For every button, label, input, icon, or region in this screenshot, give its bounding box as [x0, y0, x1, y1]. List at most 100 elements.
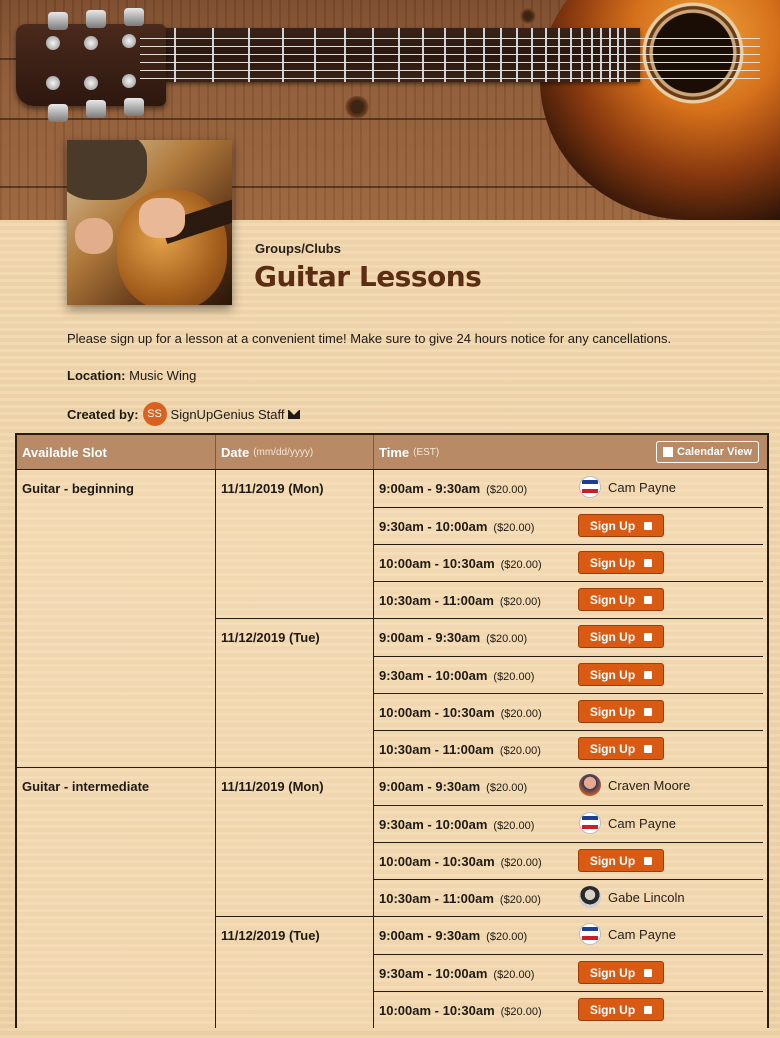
- price-text: ($20.00): [500, 558, 542, 571]
- time-slot-row: 9:00am - 9:30am ($20.00) Cam Payne: [374, 470, 763, 507]
- time-slot-row: 9:30am - 10:00am ($20.00) Sign Up: [374, 507, 763, 544]
- time-slot-row: 9:00am - 9:30am ($20.00) Sign Up: [374, 619, 763, 656]
- sign-up-label: Sign Up: [589, 592, 636, 607]
- date-cell: 11/12/2019 (Tue): [216, 619, 374, 767]
- header-date: Date (mm/dd/yyyy): [216, 435, 374, 469]
- table-header: Available Slot Date (mm/dd/yyyy) Time (EST…: [17, 435, 767, 469]
- sign-up-label: Sign Up: [589, 704, 636, 719]
- mail-icon[interactable]: [288, 409, 301, 419]
- sign-up-button[interactable]: Sign Up: [578, 625, 664, 648]
- sheet-description: Please sign up for a lesson at a conveni…: [67, 331, 672, 346]
- price-text: ($20.00): [493, 670, 535, 683]
- time-text: 10:30am - 11:00am: [379, 592, 494, 608]
- time-slot-row: 10:30am - 11:00am ($20.00) Sign Up: [374, 730, 763, 767]
- calendar-icon: [663, 447, 673, 457]
- guitar-neck-image: [160, 28, 640, 82]
- sign-up-label: Sign Up: [589, 555, 636, 570]
- price-text: ($20.00): [499, 744, 541, 757]
- signed-up-person: Gabe Lincoln: [579, 886, 685, 908]
- sign-up-label: Sign Up: [589, 965, 636, 980]
- slot-group: Guitar - intermediate 11/11/2019 (Mon) 9:0…: [17, 767, 767, 1028]
- time-range: 10:00am - 10:30am ($20.00): [379, 556, 542, 571]
- checkbox-icon: [644, 521, 653, 530]
- time-text: 10:00am - 10:30am: [379, 555, 495, 571]
- sheet-photo: [67, 140, 232, 305]
- slot-name: Guitar - intermediate: [17, 768, 216, 1028]
- time-text: 10:30am - 11:00am: [379, 741, 494, 757]
- time-range: 10:30am - 11:00am ($20.00): [379, 593, 541, 608]
- slot-name: Guitar - beginning: [17, 470, 216, 767]
- creator-name[interactable]: SignUpGenius Staff: [171, 407, 285, 422]
- sign-up-button[interactable]: Sign Up: [578, 588, 664, 611]
- created-by-label: Created by:: [67, 406, 139, 422]
- sign-up-button[interactable]: Sign Up: [578, 849, 664, 872]
- signed-up-person: Cam Payne: [579, 476, 676, 498]
- time-text: 9:00am - 9:30am: [379, 928, 481, 943]
- time-slot-row: 9:30am - 10:00am ($20.00) Sign Up: [374, 656, 763, 693]
- price-text: ($20.00): [486, 633, 528, 645]
- created-by-line: Created by: SS SignUpGenius Staff: [67, 402, 301, 426]
- time-range: 9:30am - 10:00am ($20.00): [379, 817, 534, 832]
- calendar-view-label: Calendar View: [677, 446, 752, 458]
- price-text: ($20.00): [486, 782, 528, 794]
- signed-up-person: Cam Payne: [579, 812, 676, 834]
- checkbox-icon: [644, 632, 653, 641]
- vote-badge-icon: [579, 923, 601, 945]
- sign-up-label: Sign Up: [589, 1002, 636, 1017]
- time-text: 9:00am - 9:30am: [379, 779, 481, 794]
- time-range: 9:30am - 10:00am ($20.00): [379, 668, 534, 683]
- time-slot-row: 10:00am - 10:30am ($20.00) Sign Up: [374, 842, 763, 879]
- price-text: ($20.00): [493, 968, 535, 981]
- sign-up-button[interactable]: Sign Up: [578, 514, 664, 537]
- checkbox-icon: [644, 1005, 653, 1014]
- price-text: ($20.00): [486, 484, 528, 496]
- sign-up-label: Sign Up: [589, 853, 636, 868]
- sign-up-label: Sign Up: [589, 741, 636, 756]
- sign-up-button[interactable]: Sign Up: [578, 551, 664, 574]
- sign-up-button[interactable]: Sign Up: [578, 961, 664, 984]
- time-text: 9:30am - 10:00am: [379, 816, 488, 832]
- sign-up-button[interactable]: Sign Up: [578, 663, 664, 686]
- time-range: 10:30am - 11:00am ($20.00): [379, 891, 541, 906]
- time-slot-row: 9:30am - 10:00am ($20.00) Sign Up: [374, 954, 763, 991]
- date-block: 11/11/2019 (Mon) 9:00am - 9:30am ($20.00) C…: [216, 768, 763, 916]
- person-name: Gabe Lincoln: [608, 889, 685, 905]
- sign-up-button[interactable]: Sign Up: [578, 998, 664, 1021]
- sign-up-button[interactable]: Sign Up: [578, 700, 664, 723]
- time-text: 10:00am - 10:30am: [379, 704, 495, 720]
- checkbox-icon: [644, 856, 653, 865]
- calendar-view-button[interactable]: Calendar View: [656, 441, 759, 463]
- person-avatar: [579, 886, 601, 908]
- signed-up-person: Cam Payne: [579, 923, 676, 945]
- time-range: 9:00am - 9:30am ($20.00): [379, 630, 527, 645]
- date-cell: 11/12/2019 (Tue): [216, 917, 374, 1028]
- vote-badge-icon: [579, 476, 601, 498]
- time-slot-row: 10:30am - 11:00am ($20.00) Gabe Lincoln: [374, 879, 763, 916]
- header-available-slot: Available Slot: [17, 435, 216, 469]
- sign-up-button[interactable]: Sign Up: [578, 737, 664, 760]
- checkbox-icon: [644, 707, 653, 716]
- time-range: 9:00am - 9:30am ($20.00): [379, 481, 527, 496]
- time-range: 10:30am - 11:00am ($20.00): [379, 742, 541, 757]
- time-slot-row: 10:30am - 11:00am ($20.00) Sign Up: [374, 581, 763, 618]
- checkbox-icon: [644, 968, 653, 977]
- person-avatar: [579, 774, 601, 796]
- price-text: ($20.00): [500, 856, 542, 869]
- table-body: Guitar - beginning 11/11/2019 (Mon) 9:00am…: [17, 469, 767, 1028]
- time-slot-row: 9:00am - 9:30am ($20.00) Cam Payne: [374, 917, 763, 954]
- person-name: Craven Moore: [608, 777, 691, 793]
- checkbox-icon: [644, 595, 653, 604]
- time-range: 10:00am - 10:30am ($20.00): [379, 705, 542, 720]
- price-text: ($20.00): [500, 1005, 542, 1018]
- time-text: 9:00am - 9:30am: [379, 630, 481, 645]
- sign-up-label: Sign Up: [589, 667, 636, 682]
- time-range: 9:30am - 10:00am ($20.00): [379, 966, 534, 981]
- time-range: 9:30am - 10:00am ($20.00): [379, 519, 534, 534]
- time-text: 9:30am - 10:00am: [379, 518, 488, 534]
- person-name: Cam Payne: [608, 926, 676, 942]
- creator-avatar: SS: [142, 402, 167, 426]
- price-text: ($20.00): [493, 521, 535, 534]
- page-title: Guitar Lessons: [254, 260, 482, 293]
- price-text: ($20.00): [486, 931, 528, 943]
- time-slot-row: 10:00am - 10:30am ($20.00) Sign Up: [374, 544, 763, 581]
